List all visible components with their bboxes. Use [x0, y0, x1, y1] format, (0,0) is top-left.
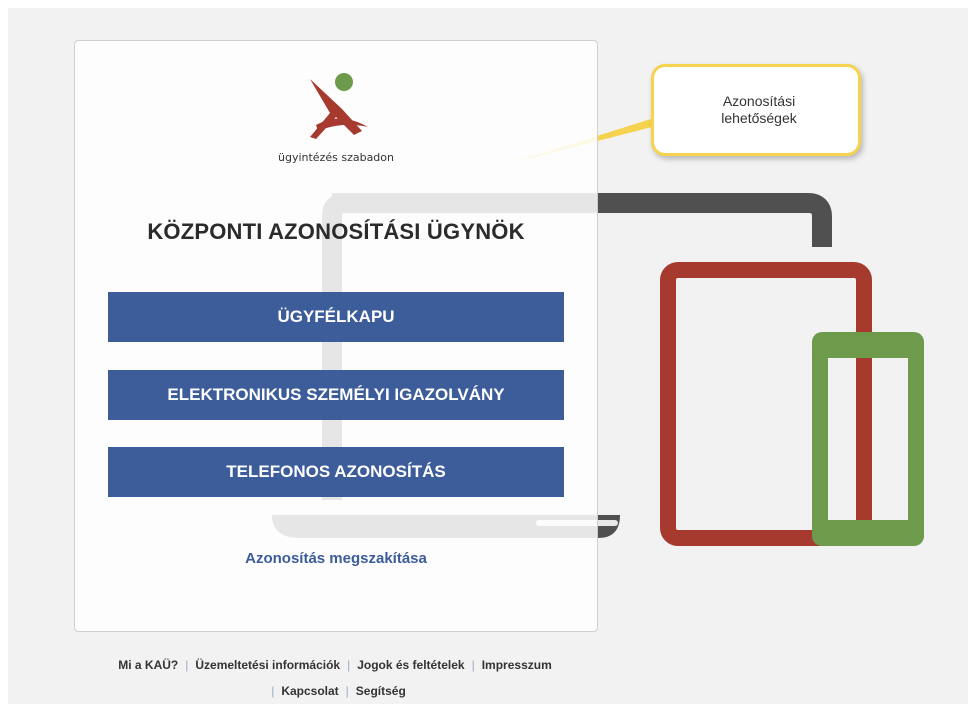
- tooltip-line-2: lehetőségek: [721, 110, 797, 126]
- logo-tagline: ügyintézés szabadon: [278, 151, 394, 164]
- cancel-auth-link[interactable]: Azonosítás megszakítása: [75, 550, 597, 567]
- auth-options-tooltip: Azonosítási lehetőségek: [651, 64, 861, 156]
- footer-link-contact[interactable]: Kapcsolat: [281, 684, 338, 698]
- login-card: ügyintézés szabadon KÖZPONTI AZONOSÍTÁSI…: [74, 40, 598, 632]
- ugyfelkapu-button[interactable]: ÜGYFÉLKAPU: [108, 292, 564, 342]
- footer-separator: |: [185, 658, 189, 672]
- eid-card-button[interactable]: ELEKTRONIKUS SZEMÉLYI IGAZOLVÁNY: [108, 370, 564, 420]
- phone-auth-button[interactable]: TELEFONOS AZONOSÍTÁS: [108, 447, 564, 497]
- footer-link-about[interactable]: Mi a KAÜ?: [118, 658, 178, 672]
- footer-row-1: Mi a KAÜ? | Üzemeltetési információk | Jogok…: [74, 652, 596, 678]
- footer-link-terms[interactable]: Jogok és feltételek: [357, 658, 464, 672]
- footer-separator: |: [345, 684, 349, 698]
- footer-separator: |: [471, 658, 475, 672]
- tablet-icon: [660, 262, 872, 546]
- page-title: KÖZPONTI AZONOSÍTÁSI ÜGYNÖK: [147, 219, 525, 244]
- footer-nav: Mi a KAÜ? | Üzemeltetési információk | Jogok…: [74, 652, 596, 704]
- footer-separator: |: [271, 684, 275, 698]
- footer-link-operations[interactable]: Üzemeltetési információk: [195, 658, 340, 672]
- tooltip-line-1: Azonosítási: [722, 93, 796, 109]
- tooltip-text: Azonosítási lehetőségek: [684, 93, 834, 127]
- kau-logo-icon: [310, 73, 368, 139]
- footer-link-help[interactable]: Segítség: [356, 684, 406, 698]
- footer-link-imprint[interactable]: Impresszum: [482, 658, 552, 672]
- logo: ügyintézés szabadon: [75, 71, 597, 164]
- footer-separator: |: [347, 658, 351, 672]
- footer-row-2: | Kapcsolat | Segítség: [74, 678, 596, 704]
